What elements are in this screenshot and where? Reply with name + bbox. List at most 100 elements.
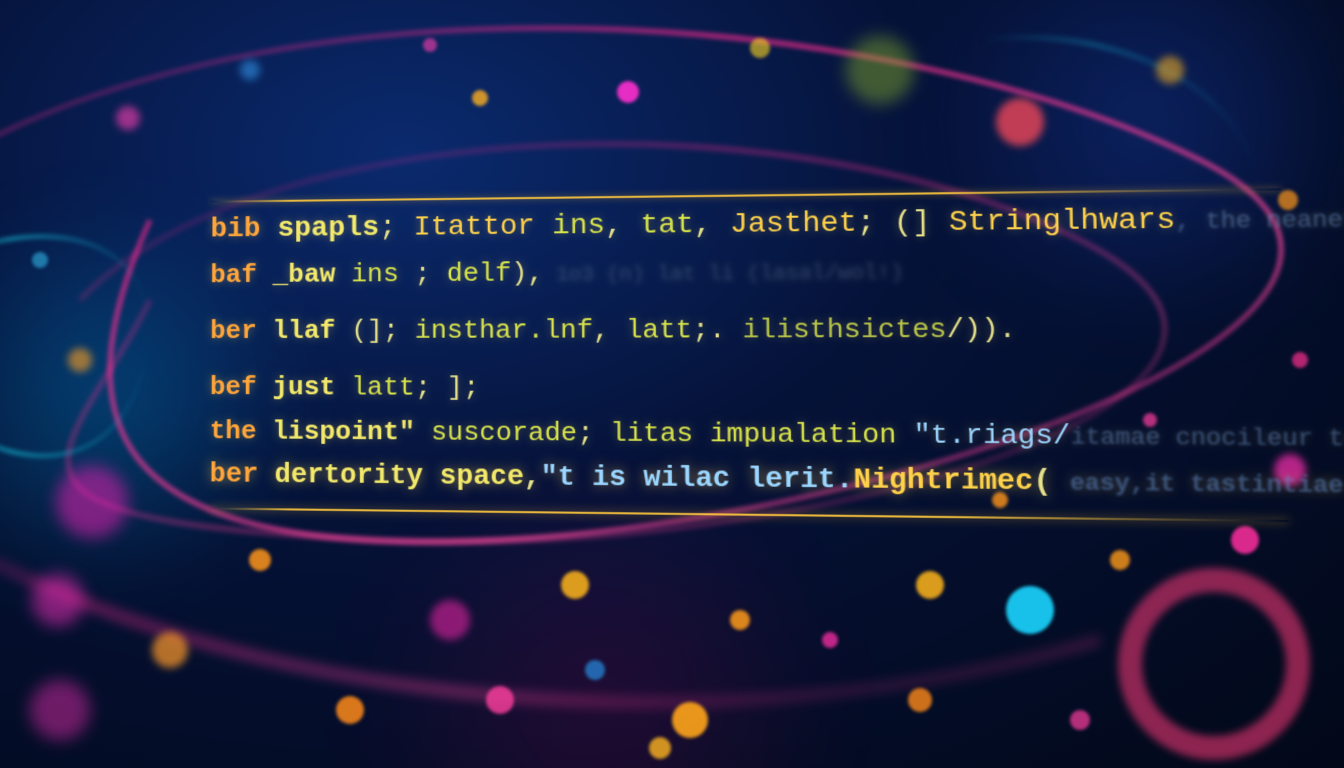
code-token: ; (379, 212, 413, 244)
bokeh-dot (822, 632, 838, 648)
code-block: bib spapls; Itattor ins, tat, Jasthet; (… (209, 188, 1288, 522)
code-token: ;. (692, 315, 742, 346)
code-token (415, 417, 431, 448)
bokeh-dot (68, 348, 92, 372)
bokeh-ring (1118, 568, 1310, 760)
code-line: ber dertority space,"t is wilac lerit.Ni… (210, 462, 1289, 500)
code-token: , (524, 463, 541, 494)
bokeh-dot (996, 98, 1044, 146)
code-token: ins (351, 259, 399, 290)
bokeh-dot (336, 696, 364, 724)
code-token: latt (626, 315, 693, 346)
bokeh-dot (750, 38, 770, 58)
bokeh-dot (30, 680, 90, 740)
code-token: , (593, 315, 626, 346)
code-token: ; (] (857, 207, 950, 240)
code-token: easy,it tastintiae stnent (1070, 470, 1344, 501)
code-token (535, 211, 553, 243)
bokeh-dot (116, 106, 140, 130)
bokeh-dot (249, 549, 271, 571)
code-token: ; (577, 418, 610, 449)
code-token (256, 416, 272, 446)
code-token: , (694, 209, 730, 241)
code-token: dertority space (274, 461, 523, 494)
bokeh-dot (240, 60, 260, 80)
bokeh-dot (152, 632, 188, 668)
code-token: suscorade (431, 417, 577, 449)
code-token: impualation (710, 418, 897, 451)
bokeh-dot (1006, 586, 1054, 634)
bokeh-dot (1231, 526, 1259, 554)
code-token: ber (210, 460, 259, 491)
code-line: bef just latt; ]; (210, 374, 1286, 404)
code-token: llaf (272, 316, 335, 346)
bokeh-dot (561, 571, 589, 599)
code-token: , the neanet, intfarne, (1175, 205, 1344, 235)
code-token: 1o3 (n) lat li (lasal/wol!) (544, 262, 904, 288)
code-token: "t is wilac lerit. (541, 463, 854, 497)
code-token: tat (640, 209, 694, 241)
code-line: the lispoint" suscorade; litas impualati… (210, 418, 1287, 451)
code-token: "t.riags/ (913, 419, 1070, 452)
code-token (335, 372, 351, 402)
code-token: spapls (277, 213, 379, 245)
code-token: ins (552, 210, 605, 242)
code-token: Itattor (413, 211, 534, 244)
code-token: bef (210, 372, 257, 402)
code-token (257, 372, 273, 402)
code-token: lispoint" (272, 416, 415, 447)
code-token: _baw (273, 259, 336, 289)
code-token: Jasthet (730, 208, 857, 241)
bokeh-dot (846, 36, 914, 104)
bokeh-dot (908, 688, 932, 712)
code-token: litas (610, 418, 693, 450)
bokeh-dot (916, 571, 944, 599)
rule-top (211, 188, 1281, 202)
code-token: , (605, 210, 641, 242)
code-token: Stringlhwars (949, 204, 1176, 239)
bokeh-dot (585, 660, 605, 680)
code-token: baf (210, 260, 257, 290)
rule-bottom (209, 507, 1288, 522)
code-token: ), (511, 258, 544, 289)
bg-glow (300, 500, 900, 768)
bokeh-dot (423, 38, 437, 52)
bokeh-dot (472, 90, 488, 106)
code-token (693, 418, 710, 449)
bokeh-dot (1156, 56, 1184, 84)
code-token (335, 259, 351, 289)
code-token: bib (210, 214, 260, 245)
code-token (257, 316, 273, 346)
code-token: Nightrimec (853, 465, 1033, 498)
code-token: ; (399, 259, 447, 290)
code-token: (]; (335, 315, 415, 345)
bokeh-dot (1070, 710, 1090, 730)
code-token: ber (210, 316, 257, 346)
code-token: ; ]; (415, 372, 479, 403)
bokeh-dot (56, 466, 128, 538)
bokeh-dot (730, 610, 750, 630)
code-token: ( (1033, 467, 1070, 499)
code-token: ilisthsictes (742, 314, 947, 346)
bokeh-dot (649, 737, 671, 759)
bokeh-dot (1292, 352, 1308, 368)
code-token: just (272, 372, 335, 402)
bokeh-dot (486, 686, 514, 714)
code-token: delf (447, 258, 512, 289)
code-token: latt (351, 372, 415, 403)
code-line: ber llaf (]; insthar.lnf, latt;. ilisths… (210, 315, 1284, 344)
bokeh-dot (430, 600, 470, 640)
code-token: the (210, 416, 257, 446)
code-token: itamae cnocileur teast, (1070, 424, 1344, 453)
bokeh-dot (1110, 550, 1130, 570)
bokeh-dot (32, 252, 48, 268)
code-token: /)). (946, 314, 1016, 346)
code-line: baf _baw ins ; delf), 1o3 (n) lat li (la… (210, 255, 1283, 288)
code-token (257, 260, 273, 290)
bokeh-dot (672, 702, 708, 738)
bokeh-dot (32, 574, 84, 626)
code-token (896, 419, 914, 451)
code-token (261, 214, 278, 245)
code-token: insthar.lnf (415, 315, 593, 346)
code-line: bib spapls; Itattor ins, tat, Jasthet; (… (210, 205, 1282, 244)
